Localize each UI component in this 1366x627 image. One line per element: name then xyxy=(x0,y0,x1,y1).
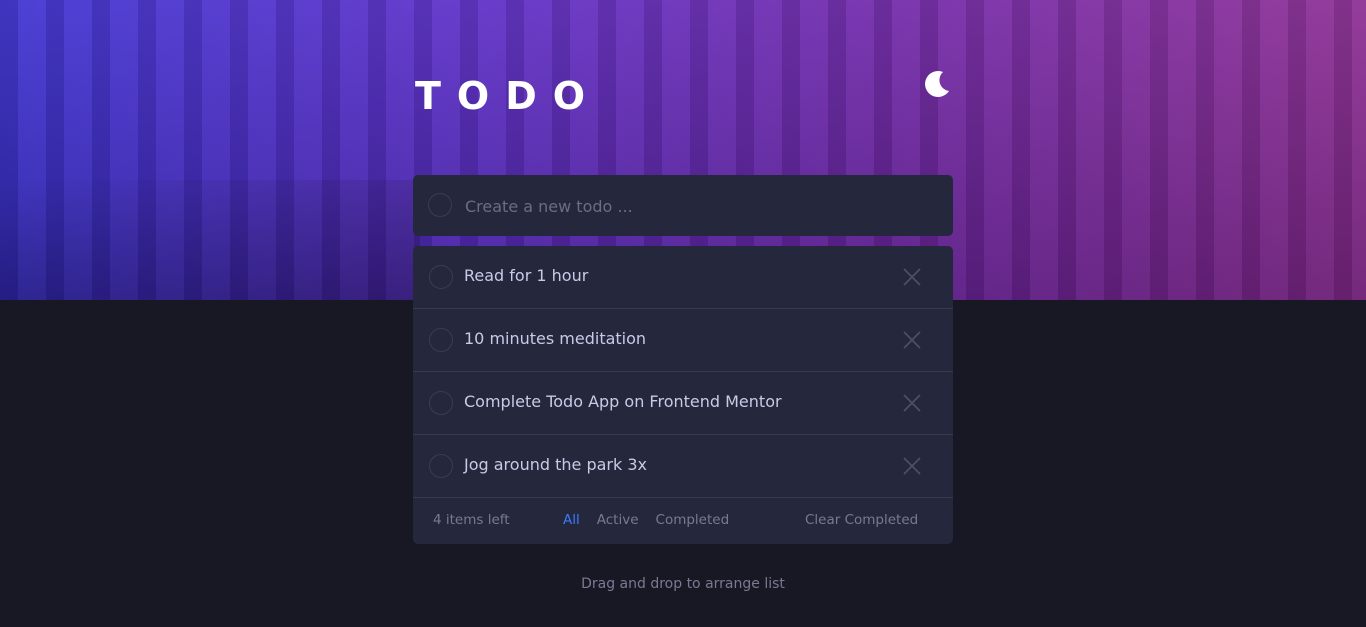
delete-button[interactable] xyxy=(901,329,923,351)
todo-checkbox[interactable] xyxy=(429,328,453,352)
delete-button[interactable] xyxy=(901,392,923,414)
todo-text: Complete Todo App on Frontend Mentor xyxy=(464,392,782,411)
close-icon xyxy=(903,331,921,349)
moon-icon xyxy=(925,71,949,98)
filter-active[interactable]: Active xyxy=(597,512,639,528)
filter-group: All Active Completed xyxy=(563,512,746,528)
todo-text: Read for 1 hour xyxy=(464,266,589,285)
todo-checkbox[interactable] xyxy=(429,391,453,415)
todo-footer: 4 items left All Active Completed Clear Co… xyxy=(413,498,953,544)
close-icon xyxy=(903,457,921,475)
todo-list: Read for 1 hour 10 minutes meditation Co… xyxy=(413,246,953,544)
todo-item[interactable]: Jog around the park 3x xyxy=(413,435,953,498)
todo-text: Jog around the park 3x xyxy=(464,455,647,474)
new-todo-bar xyxy=(413,175,953,236)
close-icon xyxy=(903,268,921,286)
todo-item[interactable]: Complete Todo App on Frontend Mentor xyxy=(413,372,953,435)
todo-text: 10 minutes meditation xyxy=(464,329,647,348)
close-icon xyxy=(903,394,921,412)
filter-completed[interactable]: Completed xyxy=(656,512,730,528)
todo-item[interactable]: Read for 1 hour xyxy=(413,246,953,309)
items-left-count: 4 items left xyxy=(433,512,510,528)
filter-all[interactable]: All xyxy=(563,512,580,528)
delete-button[interactable] xyxy=(901,455,923,477)
app-title: TODO xyxy=(415,74,602,118)
delete-button[interactable] xyxy=(901,266,923,288)
drag-hint: Drag and drop to arrange list xyxy=(581,576,785,592)
theme-toggle-button[interactable] xyxy=(921,70,951,100)
background-floor xyxy=(0,180,420,300)
new-todo-checkbox[interactable] xyxy=(428,193,452,217)
clear-completed-button[interactable]: Clear Completed xyxy=(805,512,918,528)
todo-checkbox[interactable] xyxy=(429,454,453,478)
todo-item[interactable]: 10 minutes meditation xyxy=(413,309,953,372)
todo-checkbox[interactable] xyxy=(429,265,453,289)
new-todo-input[interactable] xyxy=(463,190,937,222)
